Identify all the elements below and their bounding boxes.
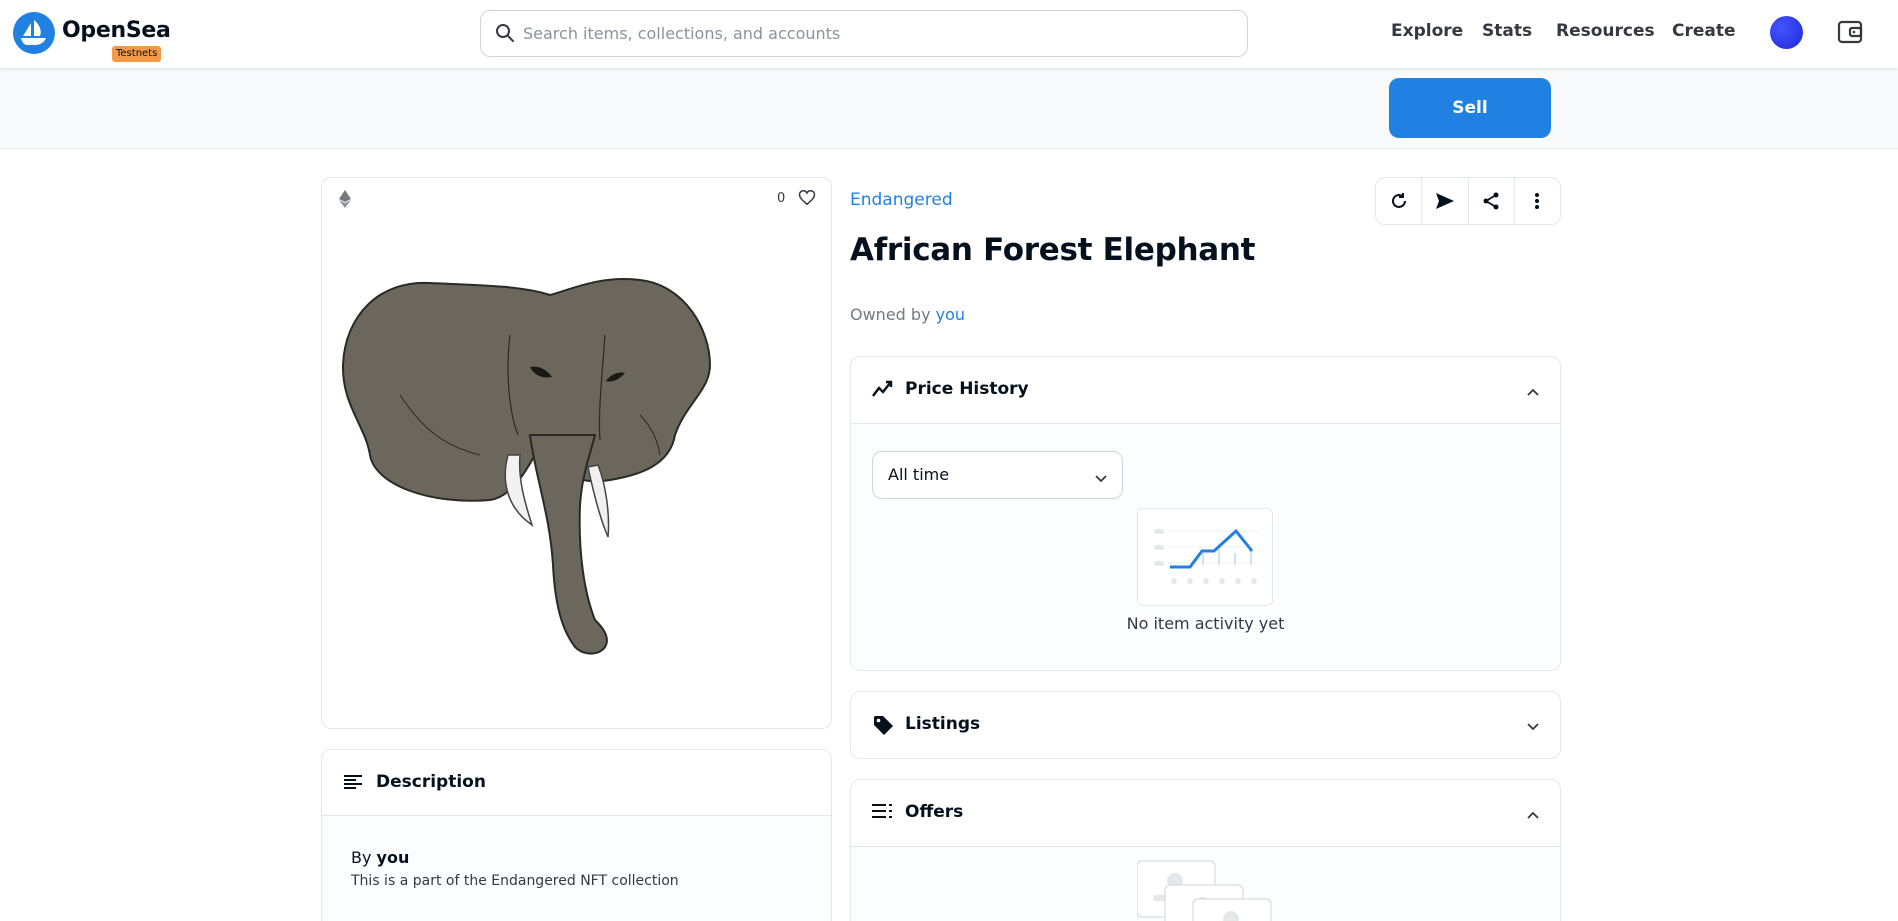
description-title: Description — [376, 772, 486, 792]
description-text: This is a part of the Endangered NFT col… — [351, 873, 679, 889]
listings-header[interactable]: Listings — [851, 692, 1560, 758]
testnets-badge: Testnets — [112, 46, 162, 62]
price-history-title: Price History — [905, 379, 1029, 399]
share-button[interactable] — [1469, 178, 1515, 224]
description-header[interactable]: Description — [322, 750, 831, 816]
boat-logo-icon — [21, 20, 46, 45]
owned-by-prefix: Owned by — [850, 305, 931, 324]
listings-panel: Listings — [850, 691, 1561, 759]
trend-icon — [872, 379, 894, 403]
listings-title: Listings — [905, 714, 981, 734]
share-icon — [1483, 192, 1499, 210]
nav-create[interactable]: Create — [1672, 21, 1736, 41]
price-history-panel: Price History All time No item activity … — [850, 356, 1561, 671]
nav-resources[interactable]: Resources — [1556, 21, 1655, 41]
creator-name[interactable]: you — [377, 848, 410, 867]
sell-button[interactable]: Sell — [1389, 78, 1551, 138]
time-range-value: All time — [888, 465, 950, 484]
owner-link[interactable]: you — [936, 305, 965, 324]
refresh-icon — [1391, 193, 1406, 208]
description-panel: Description By you This is a part of the… — [321, 749, 832, 921]
tag-icon — [872, 714, 894, 740]
favorite-count: 0 — [777, 191, 786, 206]
chevron-down-icon[interactable] — [1526, 717, 1540, 736]
more-icon — [1535, 193, 1540, 209]
empty-offers-illustration — [1137, 860, 1272, 921]
ethereum-icon — [339, 190, 351, 212]
elephant-artwork[interactable] — [340, 275, 780, 715]
price-history-header[interactable]: Price History — [851, 357, 1560, 423]
collection-link[interactable]: Endangered — [850, 190, 953, 210]
send-icon — [1435, 193, 1454, 209]
no-activity-message: No item activity yet — [1126, 614, 1285, 633]
item-title: African Forest Elephant — [850, 232, 1256, 268]
wallet-icon[interactable] — [1836, 18, 1864, 50]
item-owner-toolbar: Sell — [0, 68, 1898, 149]
opensea-logo[interactable] — [13, 12, 55, 54]
price-history-body: All time No item activity yet — [851, 423, 1560, 670]
owner-line: Owned by you — [850, 305, 965, 324]
item-image-card: 0 — [321, 177, 832, 729]
brand-name[interactable]: OpenSea — [62, 18, 171, 43]
description-lines-icon — [344, 774, 362, 794]
offers-panel: Offers — [850, 779, 1561, 921]
offers-title: Offers — [905, 802, 964, 822]
search-input[interactable]: Search items, collections, and accounts — [523, 24, 840, 43]
more-options-button[interactable] — [1515, 178, 1560, 224]
offers-body — [851, 846, 1560, 921]
search-bar[interactable]: Search items, collections, and accounts — [480, 10, 1248, 57]
profile-avatar[interactable] — [1770, 16, 1803, 49]
offers-list-icon — [872, 802, 894, 824]
offers-header[interactable]: Offers — [851, 780, 1560, 846]
chevron-down-icon — [1094, 469, 1108, 488]
creator-line: By you — [351, 848, 409, 867]
search-icon — [495, 23, 515, 47]
top-navigation: OpenSea Testnets Search items, collectio… — [0, 0, 1898, 68]
refresh-metadata-button[interactable] — [1376, 178, 1423, 224]
chevron-up-icon[interactable] — [1526, 805, 1540, 824]
chevron-up-icon[interactable] — [1526, 382, 1540, 401]
time-range-select[interactable]: All time — [872, 451, 1123, 499]
by-prefix: By — [351, 848, 372, 867]
nav-explore[interactable]: Explore — [1391, 21, 1463, 41]
transfer-button[interactable] — [1422, 178, 1469, 224]
nav-stats[interactable]: Stats — [1482, 21, 1532, 41]
item-action-group — [1375, 177, 1561, 225]
description-body: By you This is a part of the Endangered … — [322, 816, 831, 921]
heart-icon[interactable] — [798, 189, 816, 210]
empty-chart-illustration — [1137, 508, 1273, 606]
